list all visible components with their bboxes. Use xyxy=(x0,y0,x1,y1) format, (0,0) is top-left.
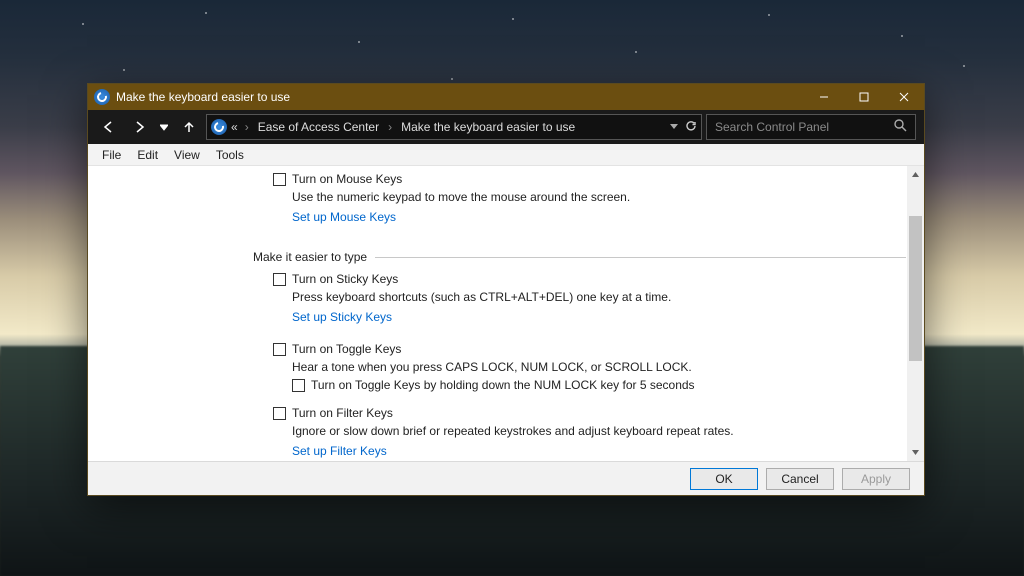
breadcrumb-parent[interactable]: Ease of Access Center xyxy=(256,120,381,134)
scrollbar[interactable] xyxy=(907,166,924,461)
search-icon xyxy=(894,119,907,135)
scroll-down-icon[interactable] xyxy=(907,444,924,461)
mouse-keys-link[interactable]: Set up Mouse Keys xyxy=(292,210,396,224)
menu-file[interactable]: File xyxy=(94,148,129,162)
sticky-keys-desc: Press keyboard shortcuts (such as CTRL+A… xyxy=(292,290,906,304)
filter-keys-desc: Ignore or slow down brief or repeated ke… xyxy=(292,424,906,438)
cancel-button[interactable]: Cancel xyxy=(766,468,834,490)
filter-keys-link[interactable]: Set up Filter Keys xyxy=(292,444,387,458)
control-panel-window: Make the keyboard easier to use « › Ea xyxy=(87,83,925,496)
menu-view[interactable]: View xyxy=(166,148,208,162)
nav-forward-button[interactable] xyxy=(126,114,152,140)
search-placeholder: Search Control Panel xyxy=(715,120,894,134)
minimize-button[interactable] xyxy=(804,84,844,110)
maximize-button[interactable] xyxy=(844,84,884,110)
nav-recent-dropdown[interactable] xyxy=(156,114,172,140)
chevron-right-icon: › xyxy=(245,120,249,134)
menu-bar: File Edit View Tools xyxy=(88,144,924,166)
menu-tools[interactable]: Tools xyxy=(208,148,252,162)
search-input[interactable]: Search Control Panel xyxy=(706,114,916,140)
address-dropdown[interactable] xyxy=(669,120,679,134)
toggle-keys-label[interactable]: Turn on Toggle Keys xyxy=(292,342,401,356)
filter-keys-checkbox[interactable] xyxy=(273,407,286,420)
filter-keys-label[interactable]: Turn on Filter Keys xyxy=(292,406,393,420)
mouse-keys-checkbox[interactable] xyxy=(273,173,286,186)
scroll-thumb[interactable] xyxy=(909,216,922,361)
scroll-up-icon[interactable] xyxy=(907,166,924,183)
menu-edit[interactable]: Edit xyxy=(129,148,166,162)
content-area: Turn on Mouse Keys Use the numeric keypa… xyxy=(88,166,924,461)
sticky-keys-link[interactable]: Set up Sticky Keys xyxy=(292,310,392,324)
titlebar[interactable]: Make the keyboard easier to use xyxy=(88,84,924,110)
apply-button[interactable]: Apply xyxy=(842,468,910,490)
dialog-footer: OK Cancel Apply xyxy=(88,461,924,495)
mouse-keys-desc: Use the numeric keypad to move the mouse… xyxy=(292,190,906,204)
toggle-keys-desc: Hear a tone when you press CAPS LOCK, NU… xyxy=(292,360,906,374)
toggle-keys-numlock-label[interactable]: Turn on Toggle Keys by holding down the … xyxy=(311,378,695,392)
sticky-keys-checkbox[interactable] xyxy=(273,273,286,286)
sticky-keys-label[interactable]: Turn on Sticky Keys xyxy=(292,272,398,286)
type-group-label: Make it easier to type xyxy=(253,250,906,264)
ease-of-access-icon xyxy=(211,119,227,135)
breadcrumb-current[interactable]: Make the keyboard easier to use xyxy=(399,120,577,134)
nav-up-button[interactable] xyxy=(176,114,202,140)
chevron-right-icon: › xyxy=(388,120,392,134)
address-bar[interactable]: « › Ease of Access Center › Make the key… xyxy=(206,114,702,140)
nav-back-button[interactable] xyxy=(96,114,122,140)
toggle-keys-numlock-checkbox[interactable] xyxy=(292,379,305,392)
ok-button[interactable]: OK xyxy=(690,468,758,490)
nav-row: « › Ease of Access Center › Make the key… xyxy=(88,110,924,144)
refresh-button[interactable] xyxy=(685,120,697,135)
close-button[interactable] xyxy=(884,84,924,110)
breadcrumb-back-prefix: « xyxy=(231,120,238,134)
window-title: Make the keyboard easier to use xyxy=(116,90,290,104)
ease-of-access-icon xyxy=(94,89,110,105)
toggle-keys-checkbox[interactable] xyxy=(273,343,286,356)
mouse-keys-label[interactable]: Turn on Mouse Keys xyxy=(292,172,402,186)
